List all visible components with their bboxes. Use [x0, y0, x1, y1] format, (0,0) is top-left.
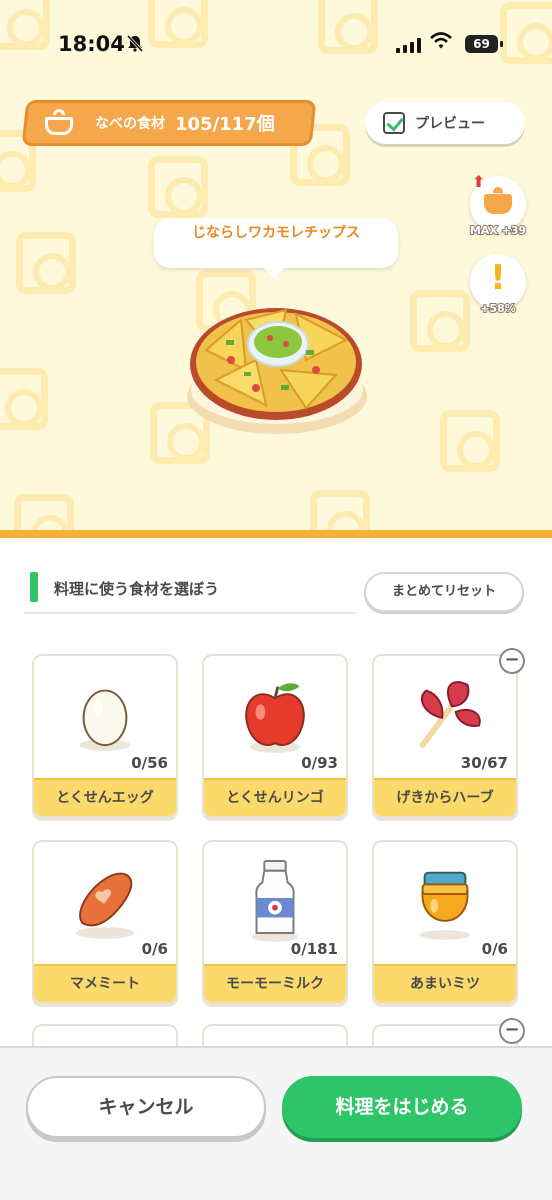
background-pattern-icon — [440, 410, 500, 472]
exclamation-icon: ! — [490, 258, 506, 298]
pot-max-button[interactable]: ⬆ MAX +39 — [469, 172, 527, 238]
ingredient-card[interactable]: 30/67 げきからハーブ — [372, 654, 518, 818]
pot-icon — [484, 187, 512, 214]
section-title: 料理に使う食材を選ぼう — [54, 580, 220, 598]
pot-max-label: MAX +39 — [469, 223, 527, 238]
start-cooking-button[interactable]: 料理をはじめる — [282, 1076, 522, 1138]
battery-indicator: 69 — [465, 35, 503, 53]
bonus-label: +58% — [479, 301, 517, 316]
action-bar: キャンセル 料理をはじめる — [0, 1046, 552, 1200]
sausage-icon — [75, 872, 135, 939]
nachos-dish-illustration — [187, 308, 367, 434]
remove-ingredient-button[interactable]: − — [499, 648, 525, 674]
section-header: 料理に使う食材を選ぼう — [24, 570, 356, 614]
pot-count: 105/117個 — [175, 114, 275, 135]
background-pattern-icon — [310, 490, 370, 532]
ingredient-card[interactable]: 0/56 とくせんエッグ — [32, 654, 178, 818]
background-pattern-icon — [0, 368, 48, 430]
background-pattern-icon — [148, 156, 208, 218]
preview-toggle[interactable]: プレビュー — [365, 102, 525, 144]
ingredient-name: とくせんリンゴ — [204, 778, 346, 816]
ingredient-count: 0/93 — [301, 754, 338, 772]
arrow-up-icon: ⬆ — [472, 172, 486, 191]
milk-bottle-icon — [251, 860, 299, 942]
checkbox-checked-icon — [383, 112, 405, 134]
signal-icon — [396, 38, 421, 53]
status-time: 18:04 — [58, 32, 125, 56]
ingredient-count: 30/67 — [460, 754, 508, 772]
ingredient-count: 0/181 — [290, 940, 338, 958]
reset-all-button[interactable]: まとめてリセット — [364, 572, 524, 612]
dish-name-bubble: じならしワカモレチップス — [154, 218, 398, 278]
dish-name: じならしワカモレチップス — [192, 225, 360, 241]
section-marker — [30, 572, 38, 602]
bell-slash-icon — [126, 34, 144, 57]
egg-icon — [79, 689, 131, 751]
ingredient-card[interactable]: 0/6 あまいミツ — [372, 840, 518, 1004]
ingredient-count: 0/6 — [481, 940, 508, 958]
bonus-button[interactable]: ! +58% — [470, 254, 526, 316]
cooking-preview-area: 18:04 69 なべの食材 105/117個 プレビュー ⬆ MAX +39 … — [0, 0, 552, 532]
preview-label: プレビュー — [415, 116, 485, 132]
pot-label: なべの食材 — [95, 116, 165, 132]
ingredient-card[interactable]: 0/181 モーモーミルク — [202, 840, 348, 1004]
section-divider — [0, 530, 552, 538]
apple-icon — [245, 683, 305, 753]
remove-ingredient-button[interactable]: − — [499, 1018, 525, 1044]
ingredient-name: モーモーミルク — [204, 964, 346, 1002]
ingredient-name: げきからハーブ — [374, 778, 516, 816]
pot-capacity-bar: なべの食材 105/117個 — [21, 100, 317, 146]
background-pattern-icon — [14, 494, 74, 532]
background-pattern-icon — [410, 290, 470, 352]
wifi-icon — [430, 32, 452, 55]
cancel-button[interactable]: キャンセル — [26, 1076, 266, 1138]
ingredient-count: 0/6 — [141, 940, 168, 958]
ingredient-name: とくせんエッグ — [34, 778, 176, 816]
ingredient-name: あまいミツ — [374, 964, 516, 1002]
honey-jar-icon — [419, 871, 471, 940]
ingredient-card[interactable]: 0/93 とくせんリンゴ — [202, 654, 348, 818]
herb-icon — [419, 681, 481, 748]
background-pattern-icon — [16, 232, 76, 294]
ingredient-name: マメミート — [34, 964, 176, 1002]
status-bar: 18:04 69 — [0, 30, 552, 60]
ingredient-card[interactable]: 0/6 マメミート — [32, 840, 178, 1004]
pot-icon — [41, 109, 81, 137]
ingredient-count: 0/56 — [131, 754, 168, 772]
